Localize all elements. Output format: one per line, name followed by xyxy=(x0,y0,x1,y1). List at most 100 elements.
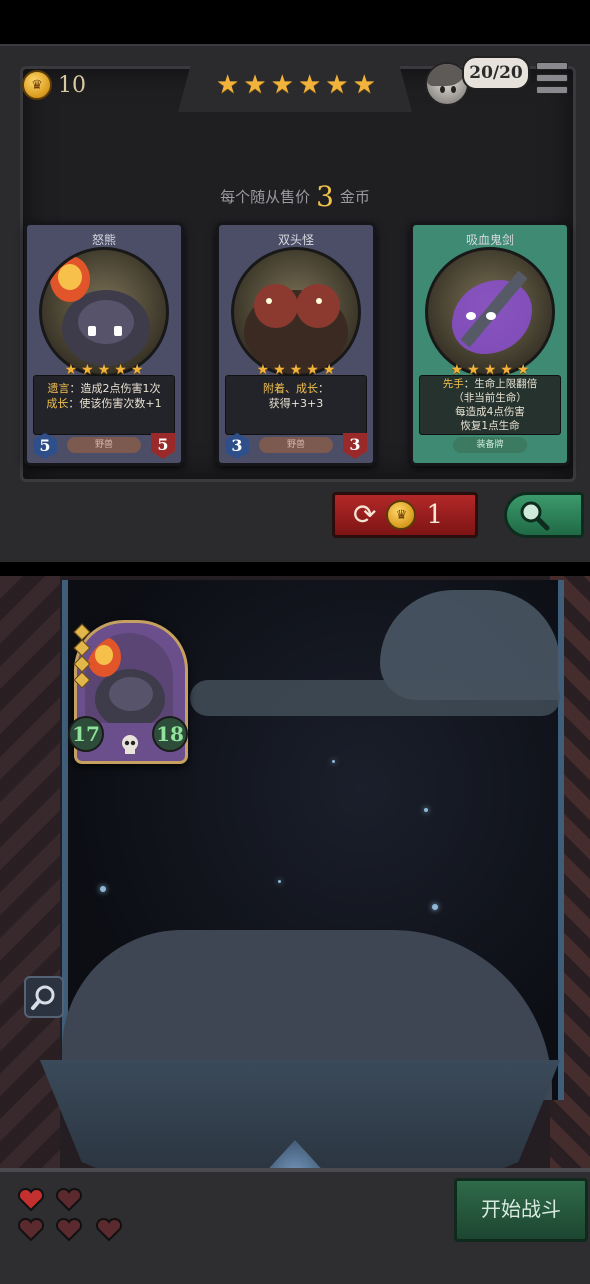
heart-icon xyxy=(56,1188,82,1212)
search-button[interactable] xyxy=(504,492,584,538)
card-description: 先手：生命上限翻倍 （非当前生命） 每造成4点伤害 恢复1点生命 xyxy=(423,377,557,433)
card-stars: ★ ★ ★ ★ ★ xyxy=(219,363,373,377)
menu-bar xyxy=(536,74,568,82)
card-name: 怒熊 xyxy=(91,233,116,247)
star-icon: ★ xyxy=(130,362,144,378)
monster-eye xyxy=(316,298,322,304)
heart-icon xyxy=(18,1218,44,1242)
star-icon: ★ xyxy=(297,70,322,100)
card-description: 附着、成长： 获得+3+3 xyxy=(229,381,363,411)
shop-card-two-headed[interactable]: 双头怪 ★ ★ ★ ★ ★ 附着、成长： 获得+3+3 野兽 3 3 xyxy=(216,222,376,466)
cloud xyxy=(190,680,560,716)
pip xyxy=(73,623,91,641)
avatar-hair xyxy=(427,64,467,86)
monster-eye xyxy=(266,298,272,304)
star-icon: ★ xyxy=(325,70,349,100)
gold-count: 10 xyxy=(58,72,86,98)
price-info: 每个随从售价 3 金币 xyxy=(0,180,590,213)
zoom-button[interactable] xyxy=(24,976,64,1018)
desc-text: ：造成2点伤害1次 xyxy=(69,382,161,395)
bear-face xyxy=(78,300,134,344)
star-icon: ★ xyxy=(289,362,303,378)
avatar-eye xyxy=(451,86,456,93)
heart-icon xyxy=(96,1218,122,1242)
bear-fang xyxy=(88,326,96,336)
star-icon: ★ xyxy=(216,70,240,100)
refresh-shop-button[interactable]: ⟳ ♛ 1 xyxy=(332,492,478,538)
refresh-icon: ⟳ xyxy=(353,498,377,531)
star-icon: ★ xyxy=(352,70,376,100)
gold-coin-icon: ♛ xyxy=(22,70,52,100)
sky-star xyxy=(332,760,335,763)
pip xyxy=(73,671,91,689)
star-icon: ★ xyxy=(243,70,267,100)
keyword: 先手 xyxy=(442,378,464,390)
pip xyxy=(73,639,91,657)
tavern-star-tab: ★ ★ ★ ★ ★ ★ xyxy=(178,60,412,112)
menu-bar xyxy=(536,62,568,70)
star-icon: ★ xyxy=(500,362,513,378)
desc-text: ： xyxy=(318,382,329,395)
magnifier-icon xyxy=(520,501,550,531)
spirit-eye xyxy=(486,312,496,320)
gold-display: ♛ 10 xyxy=(22,70,86,100)
star-icon: ★ xyxy=(467,362,480,378)
star-icon: ★ xyxy=(273,362,286,378)
star-icon: ★ xyxy=(97,362,111,378)
star-icon: ★ xyxy=(483,362,497,378)
card-tribe-tag: 野兽 xyxy=(259,437,333,453)
sky-star xyxy=(424,808,428,812)
menu-button[interactable] xyxy=(536,62,568,94)
sky-star xyxy=(432,904,438,910)
pip xyxy=(73,655,91,673)
desc-text: ：使该伤害次数+1 xyxy=(68,397,162,410)
desc-text: ：生命上限翻倍 xyxy=(463,378,538,390)
tavern-star-rating: ★ ★ ★ ★ ★ ★ xyxy=(216,72,376,98)
bear-fang xyxy=(114,326,122,336)
magnifier-icon xyxy=(31,985,55,1010)
refresh-cost: 1 xyxy=(426,500,444,530)
lives-display xyxy=(18,1188,138,1248)
price-suffix: 金币 xyxy=(339,188,370,206)
minion-health: 18 xyxy=(152,716,188,752)
desc-text: （非当前生命） xyxy=(453,392,527,404)
star-icon: ★ xyxy=(114,362,127,378)
keyword: 成长 xyxy=(46,397,69,410)
heart-icon xyxy=(18,1188,44,1212)
price-prefix: 每个随从售价 xyxy=(220,188,311,206)
star-icon: ★ xyxy=(516,362,530,378)
minion-portrait xyxy=(85,633,173,723)
avatar-eye xyxy=(440,86,445,93)
star-icon: ★ xyxy=(81,362,94,378)
minion-attack: 17 xyxy=(68,716,104,752)
heart-icon xyxy=(56,1218,82,1242)
flame-core xyxy=(58,264,82,290)
card-health: 5 xyxy=(151,433,175,459)
card-tribe-tag: 野兽 xyxy=(67,437,141,453)
star-icon: ★ xyxy=(270,70,294,100)
card-name: 双头怪 xyxy=(277,233,314,247)
sky-star xyxy=(100,886,106,892)
keyword: 附着、成长 xyxy=(263,382,318,395)
desc-text: 每造成4点伤害 xyxy=(455,406,525,418)
star-icon: ★ xyxy=(450,362,464,378)
shop-card-vampire-sword[interactable]: 吸血鬼剑 ★ ★ ★ ★ ★ 先手：生命上限翻倍 （非当前生命） 每造成4点伤害 恢复1… xyxy=(410,222,570,466)
monster-head-right xyxy=(296,284,340,328)
star-icon: ★ xyxy=(306,362,319,378)
minion-level-pips xyxy=(73,623,91,690)
start-battle-button[interactable]: 开始战斗 xyxy=(454,1178,588,1242)
keyword: 遗言 xyxy=(47,382,70,395)
price-value: 3 xyxy=(316,180,334,213)
star-icon: ★ xyxy=(256,362,270,378)
desc-text: 获得+3+3 xyxy=(268,397,324,410)
card-type-tag: 装备牌 xyxy=(453,437,527,453)
card-stars: ★ ★ ★ ★ ★ xyxy=(413,363,567,377)
spirit-eye xyxy=(466,312,476,320)
shop-card-angry-bear[interactable]: 怒熊 ★ ★ ★ ★ ★ 遗言：造成2点伤害1次 成长：使该伤害次数+1 野兽 5 5 xyxy=(24,222,184,466)
card-description: 遗言：造成2点伤害1次 成长：使该伤害次数+1 xyxy=(37,381,171,411)
gold-coin-icon: ♛ xyxy=(386,500,417,530)
card-art-two-headed xyxy=(231,247,361,377)
monster-head-left xyxy=(254,284,298,328)
card-stars: ★ ★ ★ ★ ★ xyxy=(27,363,181,377)
card-name: 吸血鬼剑 xyxy=(465,233,514,247)
